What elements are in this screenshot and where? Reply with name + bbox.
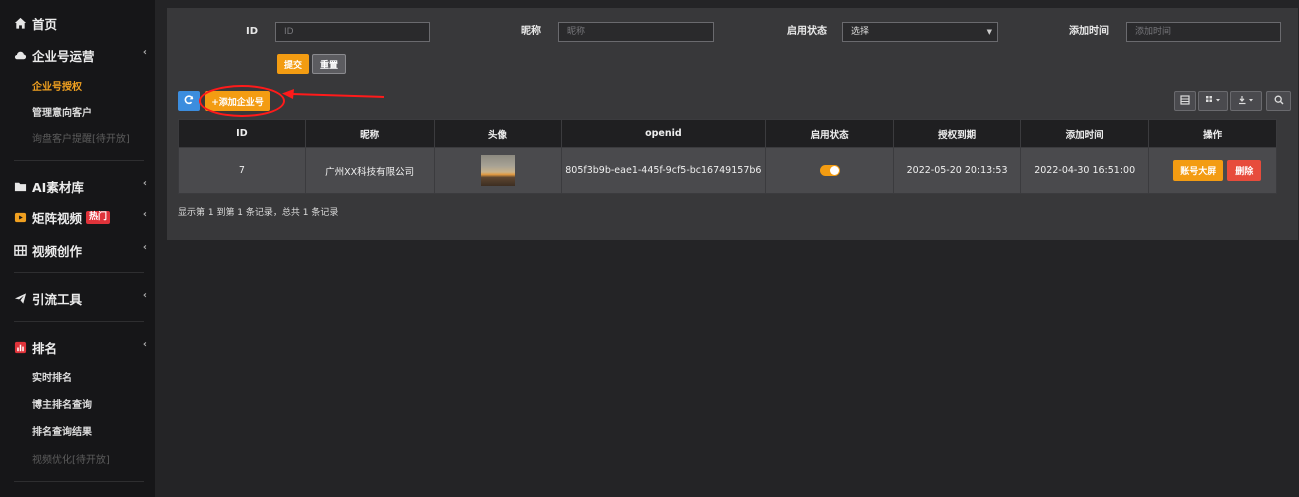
cell-added: 2022-04-30 16:51:00 — [1020, 147, 1150, 194]
caret-down-icon: ▼ — [986, 28, 992, 36]
grid-icon — [1205, 95, 1221, 108]
status-toggle[interactable] — [819, 165, 840, 176]
refresh-button[interactable] — [178, 91, 200, 111]
sidebar-divider — [14, 160, 144, 161]
sidebar-item-label: 排名查询结果 — [32, 426, 92, 438]
bar-chart-icon — [14, 341, 27, 354]
sidebar: 首页 企业号运营 ‹ 企业号授权 管理意向客户 询盘客户提醒[待开放] AI素材… — [0, 0, 155, 497]
sidebar-item-traffic-tools[interactable]: 引流工具 ‹ — [0, 286, 155, 310]
folder-icon — [14, 180, 27, 193]
sidebar-item-label: 博主排名查询 — [32, 399, 92, 411]
card-view-button[interactable] — [1174, 91, 1196, 111]
reset-button[interactable]: 重置 — [312, 54, 346, 74]
table-row: 7 广州XX科技有限公司 805f3b9b-eae1-445f-9cf5-bc1… — [178, 147, 1277, 194]
cell-openid: 805f3b9b-eae1-445f-9cf5-bc16749157b6 — [560, 147, 767, 194]
sidebar-item-ai-material[interactable]: AI素材库 ‹ — [0, 174, 155, 198]
column-header-openid[interactable]: openid — [560, 119, 767, 148]
sidebar-item-label: 询盘客户提醒[待开放] — [32, 133, 130, 145]
sidebar-divider — [14, 321, 144, 322]
avatar — [480, 155, 515, 186]
sidebar-item-inquiry-reminder[interactable]: 询盘客户提醒[待开放] — [0, 125, 155, 149]
sidebar-item-matrix-video[interactable]: 矩阵视频 热门 ‹ — [0, 205, 155, 229]
sidebar-divider — [14, 272, 144, 273]
chevron-left-icon: ‹ — [142, 339, 147, 350]
sidebar-item-manage-leads[interactable]: 管理意向客户 — [0, 99, 155, 123]
sidebar-item-label: 排名 — [32, 340, 58, 356]
filter-nickname-label: 昵称 — [521, 26, 541, 37]
filter-time-input[interactable] — [1126, 22, 1281, 42]
chevron-left-icon: ‹ — [142, 178, 147, 189]
toggle-knob — [829, 166, 839, 175]
sidebar-item-video-creation[interactable]: 视频创作 ‹ — [0, 238, 155, 262]
columns-toggle-button[interactable] — [1198, 91, 1228, 111]
refresh-icon — [184, 94, 194, 108]
cell-avatar — [433, 147, 562, 194]
column-header-avatar[interactable]: 头像 — [433, 119, 562, 148]
table-header-row: ID 昵称 头像 openid 启用状态 授权到期 添加时间 操作 — [178, 119, 1277, 148]
pagination-summary: 显示第 1 到第 1 条记录，总共 1 条记录 — [178, 208, 339, 218]
column-header-actions: 操作 — [1148, 119, 1277, 148]
home-icon — [14, 17, 27, 30]
search-icon — [1274, 95, 1284, 108]
sidebar-item-label: 引流工具 — [32, 291, 83, 307]
chevron-left-icon: ‹ — [142, 290, 147, 301]
sidebar-item-label: 管理意向客户 — [32, 107, 92, 119]
cell-nickname: 广州XX科技有限公司 — [304, 147, 435, 194]
cell-status — [765, 147, 895, 194]
sidebar-item-label: 视频优化[待开放] — [32, 454, 110, 466]
annotation-highlight-ellipse — [199, 85, 285, 117]
sidebar-divider — [14, 481, 144, 482]
download-icon — [1238, 95, 1254, 108]
list-icon — [1180, 94, 1190, 108]
select-value: 选择 — [851, 27, 870, 37]
search-button[interactable] — [1266, 91, 1291, 111]
sidebar-item-label: 企业号授权 — [32, 81, 82, 93]
hot-badge: 热门 — [86, 210, 111, 224]
sidebar-item-ranking-results[interactable]: 排名查询结果 — [0, 418, 155, 442]
sidebar-item-home[interactable]: 首页 — [0, 11, 155, 35]
delete-button[interactable]: 删除 — [1227, 160, 1262, 181]
play-icon — [14, 211, 27, 224]
filter-time-label: 添加时间 — [1069, 26, 1109, 37]
filter-id-label: ID — [246, 26, 259, 37]
cell-id: 7 — [178, 147, 306, 194]
film-icon — [14, 244, 27, 257]
sidebar-item-label: 首页 — [32, 16, 58, 32]
column-header-id[interactable]: ID — [178, 119, 306, 148]
chevron-left-icon: ‹ — [142, 47, 147, 58]
account-screen-button[interactable]: 账号大屏 — [1173, 160, 1224, 181]
sidebar-item-enterprise[interactable]: 企业号运营 ‹ — [0, 43, 155, 67]
filter-id-input[interactable] — [275, 22, 430, 42]
filter-nickname-input[interactable] — [558, 22, 714, 42]
sidebar-item-realtime-ranking[interactable]: 实时排名 — [0, 364, 155, 388]
paper-plane-icon — [14, 292, 27, 305]
sidebar-item-label: 实时排名 — [32, 372, 72, 384]
column-header-status[interactable]: 启用状态 — [765, 119, 895, 148]
sidebar-item-ranking[interactable]: 排名 ‹ — [0, 335, 155, 359]
sidebar-item-label: AI素材库 — [32, 179, 84, 195]
filter-status-label: 启用状态 — [787, 26, 827, 37]
sidebar-item-label: 企业号运营 — [32, 48, 95, 64]
column-header-added[interactable]: 添加时间 — [1020, 119, 1150, 148]
enterprise-table: ID 昵称 头像 openid 启用状态 授权到期 添加时间 操作 7 广州XX… — [178, 119, 1277, 194]
cloud-icon — [14, 49, 27, 62]
submit-button[interactable]: 提交 — [277, 54, 309, 74]
cell-expire: 2022-05-20 20:13:53 — [893, 147, 1022, 194]
cell-actions: 账号大屏 删除 — [1148, 147, 1277, 194]
sidebar-item-blogger-ranking[interactable]: 博主排名查询 — [0, 391, 155, 415]
chevron-left-icon: ‹ — [142, 209, 147, 220]
filter-status-select[interactable]: 选择 ▼ — [842, 22, 998, 42]
column-header-nickname[interactable]: 昵称 — [304, 119, 435, 148]
sidebar-item-label: 视频创作 — [32, 243, 83, 259]
column-header-expire[interactable]: 授权到期 — [893, 119, 1022, 148]
sidebar-item-label: 矩阵视频 — [32, 210, 83, 226]
sidebar-item-video-optimize[interactable]: 视频优化[待开放] — [0, 446, 155, 470]
sidebar-item-enterprise-auth[interactable]: 企业号授权 — [0, 73, 155, 97]
chevron-left-icon: ‹ — [142, 242, 147, 253]
export-button[interactable] — [1230, 91, 1262, 111]
